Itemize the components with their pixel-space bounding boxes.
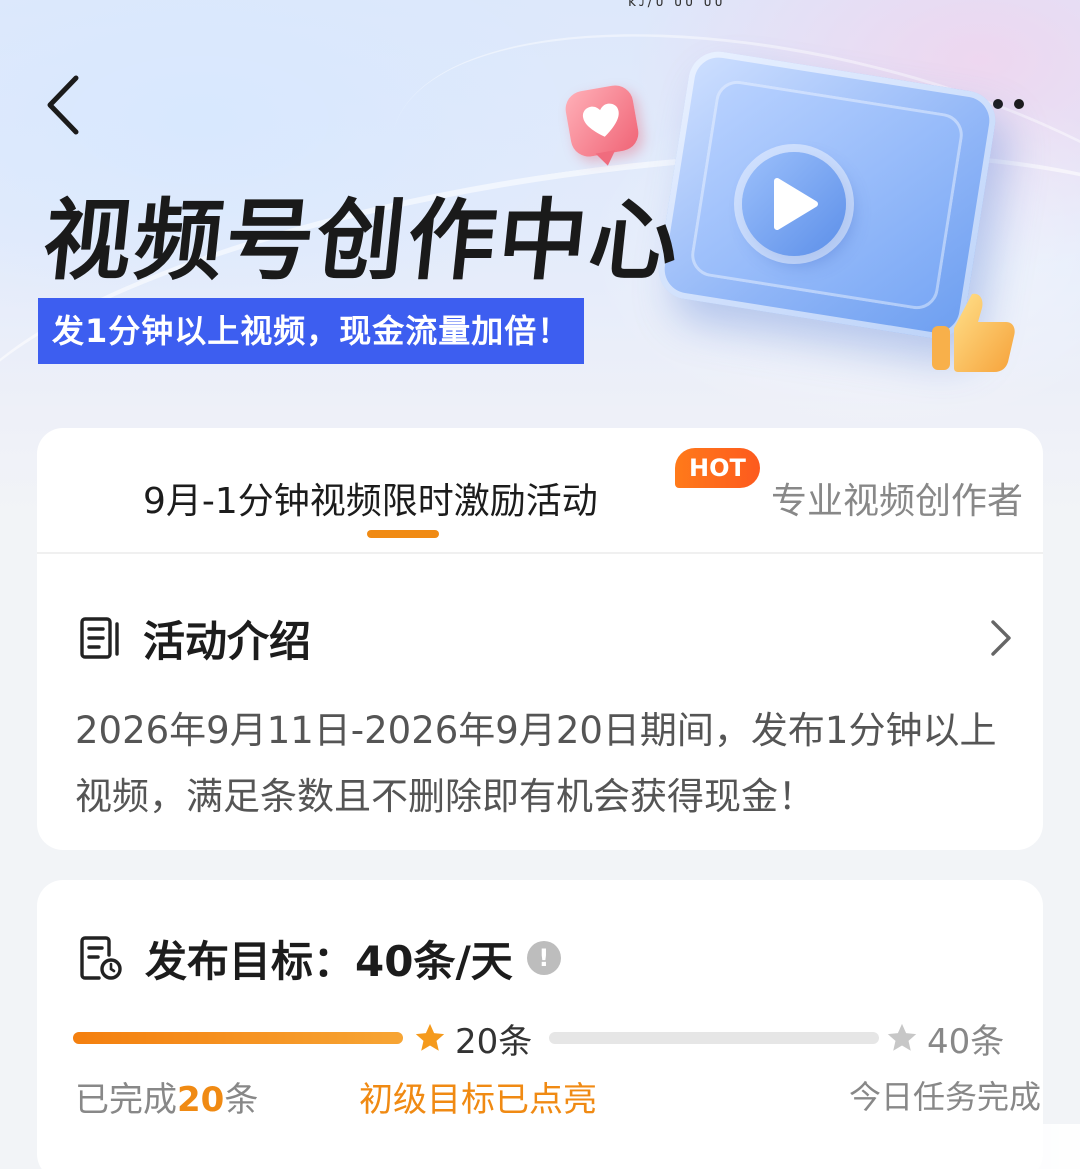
intro-detail-button[interactable] (981, 614, 1021, 662)
tab-bar: 9月-1分钟视频限时激励活动 HOT 专业视频创作者 (37, 428, 1043, 554)
more-icon (993, 99, 1003, 109)
completed-suffix: 条 (224, 1080, 259, 1120)
status-bar-fragment: ᴋᴊ/ᴜ ᴜᴜ ᴜᴜ (628, 0, 726, 10)
back-icon (47, 75, 79, 135)
play-icon (742, 152, 846, 256)
progress-track-1 (73, 1032, 403, 1044)
goal-title: 发布目标：40条/天 (145, 936, 513, 986)
milestone-label: 20条 (455, 1021, 533, 1062)
play-triangle (774, 178, 818, 230)
calendar-clock-icon (80, 936, 122, 980)
heart-icon (562, 82, 642, 160)
activity-card: 9月-1分钟视频限时激励活动 HOT 专业视频创作者 活动介绍 2026年9月1… (37, 428, 1043, 850)
info-icon[interactable]: ! (526, 941, 561, 975)
intro-header[interactable]: 活动介绍 (79, 608, 311, 668)
intro-description: 2026年9月11日-2026年9月20日期间，发布1分钟以上视频，满足条数且不… (75, 709, 997, 818)
tab-active-indicator (367, 530, 439, 538)
star-icon (415, 1023, 445, 1051)
today-status: 今日任务完成 (849, 1078, 1042, 1116)
progress-fill-1 (73, 1032, 403, 1044)
hot-badge: HOT (675, 448, 760, 488)
completed-number: 20 (177, 1080, 225, 1120)
bottom-fade (760, 1124, 1080, 1169)
thumbs-up-shape (932, 293, 1015, 372)
star-icon (887, 1023, 917, 1051)
heart-shape (582, 103, 619, 137)
goal-header: 发布目标：40条/天 ! (79, 928, 561, 988)
progress-track-2 (549, 1032, 879, 1044)
back-button[interactable] (34, 72, 94, 138)
milestone-40: 40条 (885, 1016, 1005, 1062)
milestone-20: 20条 (413, 1016, 533, 1062)
page-title: 视频号创作中心 (38, 189, 687, 292)
more-icon (1014, 99, 1024, 109)
page-subtitle-banner: 发1分钟以上视频，现金流量加倍！ (38, 298, 585, 364)
goal-progress: 20条 40条 (73, 1012, 1013, 1062)
chevron-right-icon (991, 620, 1011, 656)
milestone-label: 40条 (927, 1021, 1005, 1062)
completed-count: 已完成20条 (75, 1072, 258, 1121)
intro-title: 活动介绍 (143, 616, 312, 666)
goal-status-row: 已完成20条 初级目标已点亮 今日任务完成 (37, 1072, 1043, 1122)
document-icon (80, 617, 119, 659)
completed-prefix: 已完成 (75, 1080, 177, 1120)
tab-professional-creator[interactable]: 专业视频创作者 (771, 472, 1023, 524)
level-status: 初级目标已点亮 (359, 1080, 597, 1120)
tab-september-activity[interactable]: 9月-1分钟视频限时激励活动 (143, 472, 598, 524)
thumbs-up-icon (928, 286, 1020, 378)
